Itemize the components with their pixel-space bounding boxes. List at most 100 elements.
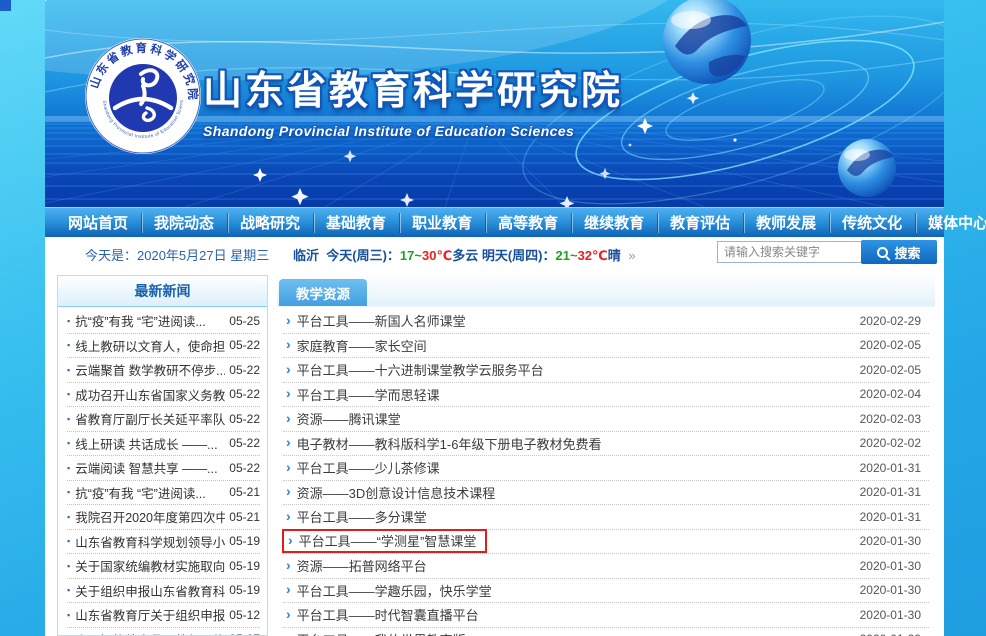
resource-link[interactable]: 平台工具——我的世界教育版 xyxy=(297,630,466,636)
news-link[interactable]: 人工智能教育骨干教师研修... xyxy=(75,630,225,636)
news-list-item[interactable]: ▪云端阅读 智慧共享 ——...05-22 xyxy=(67,456,260,481)
today-date: 今天是：2020年5月27日 星期三 xyxy=(85,245,269,264)
resource-list-item-highlighted[interactable]: › 平台工具——“学测星”智慧课堂 2020-01-30 xyxy=(283,530,929,555)
news-link[interactable]: 成功召开山东省国家义务教... xyxy=(75,385,225,404)
tab-teaching-resources[interactable]: 教学资源 xyxy=(279,279,367,306)
news-list-item[interactable]: ▪抗“疫”有我 “宅”进阅读...05-25 xyxy=(67,309,260,334)
resource-link[interactable]: 资源——拓普网络平台 xyxy=(297,556,427,575)
news-link[interactable]: 云端聚首 数学教研不停步... xyxy=(75,360,225,379)
site-title-block: 山东省教育科学研究院 Shandong Provincial Institute… xyxy=(203,60,623,139)
resource-link[interactable]: 家庭教育——家长空间 xyxy=(297,336,427,355)
news-list-item[interactable]: ▪云端聚首 数学教研不停步...05-22 xyxy=(67,358,260,383)
latest-news-title: 最新新闻 xyxy=(58,276,267,307)
resource-list-item[interactable]: › 平台工具——少儿茶修课 2020-01-31 xyxy=(283,456,929,481)
news-link[interactable]: 关于组织申报山东省教育科... xyxy=(75,581,225,600)
resource-date: 2020-01-30 xyxy=(860,583,921,597)
resource-list-item[interactable]: ›电子教材——教科版科学1-6年级下册电子教材免费看2020-02-02 xyxy=(283,432,929,457)
search-input[interactable] xyxy=(717,241,865,263)
bullet-icon: ▪ xyxy=(67,561,70,571)
resource-list-item[interactable]: ›家庭教育——家长空间2020-02-05 xyxy=(283,334,929,359)
news-list-item[interactable]: ▪山东省教育厅关于组织申报...05-12 xyxy=(67,603,260,628)
nav-item-higher-edu[interactable]: 高等教育 xyxy=(485,208,571,238)
nav-item-basic-edu[interactable]: 基础教育 xyxy=(313,208,399,238)
news-list-item[interactable]: ▪成功召开山东省国家义务教...05-22 xyxy=(67,383,260,408)
news-list-item[interactable]: ▪抗“疫”有我 “宅”进阅读...05-21 xyxy=(67,481,260,506)
resource-date: 2020-01-30 xyxy=(860,534,921,548)
resource-list-item[interactable]: ›平台工具——十六进制课堂教学云服务平台2020-02-05 xyxy=(283,358,929,383)
news-link[interactable]: 云端阅读 智慧共享 ——... xyxy=(75,458,225,477)
news-link[interactable]: 山东省教育厅关于组织申报... xyxy=(75,605,225,624)
site-banner: 山东省教育科学研究院 Shandong Provincial Institute… xyxy=(45,0,944,207)
news-list-item[interactable]: ▪我院召开2020年度第四次中...05-21 xyxy=(67,505,260,530)
resource-date: 2020-01-31 xyxy=(860,461,921,475)
resource-list-item[interactable]: ›平台工具——学趣乐园，快乐学堂2020-01-30 xyxy=(283,579,929,604)
resource-list-item[interactable]: ›平台工具——学而思轻课2020-02-04 xyxy=(283,383,929,408)
chevron-right-icon: › xyxy=(288,532,293,548)
resource-date: 2020-01-31 xyxy=(860,510,921,524)
search-button[interactable]: 搜索 xyxy=(861,240,937,264)
resource-link[interactable]: 平台工具——学而思轻课 xyxy=(297,385,440,404)
resource-link[interactable]: 平台工具——新国人名师课堂 xyxy=(297,311,466,330)
resource-date: 2020-01-29 xyxy=(860,632,921,636)
news-link[interactable]: 线上教研以文育人，使命担... xyxy=(75,336,225,355)
resource-list-item[interactable]: › 资源——3D创意设计信息技术课程 2020-01-31 xyxy=(283,481,929,506)
news-link[interactable]: 线上研读 共话成长 ——... xyxy=(75,434,225,453)
nav-item-strategy[interactable]: 战略研究 xyxy=(227,208,313,238)
resource-list-item[interactable]: ›资源——腾讯课堂2020-02-03 xyxy=(283,407,929,432)
resource-link[interactable]: 平台工具——学趣乐园，快乐学堂 xyxy=(297,581,492,600)
resource-link[interactable]: 平台工具——“学测星”智慧课堂 xyxy=(299,531,477,550)
nav-item-vocational-edu[interactable]: 职业教育 xyxy=(399,208,485,238)
resource-list-item[interactable]: ›平台工具——时代智囊直播平台2020-01-30 xyxy=(283,603,929,628)
latest-news-list: ▪抗“疫”有我 “宅”进阅读...05-25 ▪线上教研以文育人，使命担...0… xyxy=(58,307,267,636)
resource-list-item[interactable]: ›平台工具——新国人名师课堂2020-02-29 xyxy=(283,309,929,334)
weather-more-link[interactable]: » xyxy=(628,248,635,263)
resource-link[interactable]: 平台工具——少儿茶修课 xyxy=(297,458,440,477)
news-list-item[interactable]: ▪关于国家统编教材实施取向...05-19 xyxy=(67,554,260,579)
tab-strip: 教学资源 xyxy=(277,275,935,307)
news-list-item[interactable]: ▪线上教研以文育人，使命担...05-22 xyxy=(67,334,260,359)
weather-today-high: 30℃ xyxy=(422,248,452,263)
news-list-item[interactable]: ▪山东省教育科学规划领导小...05-19 xyxy=(67,530,260,555)
resource-link[interactable]: 平台工具——时代智囊直播平台 xyxy=(297,605,479,624)
news-link[interactable]: 山东省教育科学规划领导小... xyxy=(75,532,225,551)
resource-link[interactable]: 电子教材——教科版科学1-6年级下册电子教材免费看 xyxy=(297,434,602,453)
news-link[interactable]: 关于国家统编教材实施取向... xyxy=(75,556,225,575)
chevron-right-icon: › xyxy=(286,483,291,499)
resource-list-item[interactable]: ›资源——拓普网络平台2020-01-30 xyxy=(283,554,929,579)
corner-decoration xyxy=(0,0,11,11)
nav-item-evaluation[interactable]: 教育评估 xyxy=(657,208,743,238)
news-list-item[interactable]: ▪线上研读 共话成长 ——...05-22 xyxy=(67,432,260,457)
search-icon xyxy=(877,247,888,258)
news-link[interactable]: 抗“疫”有我 “宅”进阅读... xyxy=(75,483,225,502)
nav-item-traditional-culture[interactable]: 传统文化 xyxy=(829,208,915,238)
chevron-right-icon: › xyxy=(286,459,291,475)
news-list-item[interactable]: ▪省教育厅副厅长关延平率队...05-22 xyxy=(67,407,260,432)
resource-date: 2020-02-05 xyxy=(860,363,921,377)
info-bar: 今天是：2020年5月27日 星期三 临沂 今天(周三)：17~30℃多云 明天… xyxy=(45,237,944,267)
nav-item-media-center[interactable]: 媒体中心 xyxy=(915,208,986,238)
bullet-icon: ▪ xyxy=(67,610,70,620)
weather-today-cond: 多云 xyxy=(452,248,478,263)
nav-item-home[interactable]: 网站首页 xyxy=(55,208,141,238)
nav-item-continuing-edu[interactable]: 继续教育 xyxy=(571,208,657,238)
resource-date: 2020-01-31 xyxy=(860,485,921,499)
news-list-item[interactable]: ▪人工智能教育骨干教师研修...05-07 xyxy=(67,628,260,636)
resource-link[interactable]: 资源——3D创意设计信息技术课程 xyxy=(297,483,496,502)
page-container: 山东省教育科学研究院 Shandong Provincial Institute… xyxy=(45,0,944,636)
resource-list-item[interactable]: ›平台工具——多分课堂2020-01-31 xyxy=(283,505,929,530)
resource-link[interactable]: 平台工具——十六进制课堂教学云服务平台 xyxy=(297,360,544,379)
news-link[interactable]: 我院召开2020年度第四次中... xyxy=(75,507,225,526)
weather-city: 临沂 xyxy=(293,248,319,263)
weather-today-low: 17~ xyxy=(400,248,422,263)
news-link[interactable]: 省教育厅副厅长关延平率队... xyxy=(75,409,225,428)
resource-list-item[interactable]: ›平台工具——我的世界教育版2020-01-29 xyxy=(283,628,929,636)
chevron-right-icon: › xyxy=(286,557,291,573)
resource-date: 2020-02-29 xyxy=(860,314,921,328)
nav-item-teacher-dev[interactable]: 教师发展 xyxy=(743,208,829,238)
news-link[interactable]: 抗“疫”有我 “宅”进阅读... xyxy=(75,311,225,330)
resource-link[interactable]: 资源——腾讯课堂 xyxy=(297,409,401,428)
news-list-item[interactable]: ▪关于组织申报山东省教育科...05-19 xyxy=(67,579,260,604)
resource-link[interactable]: 平台工具——多分课堂 xyxy=(297,507,427,526)
nav-item-news[interactable]: 我院动态 xyxy=(141,208,227,238)
bullet-icon: ▪ xyxy=(67,340,70,350)
